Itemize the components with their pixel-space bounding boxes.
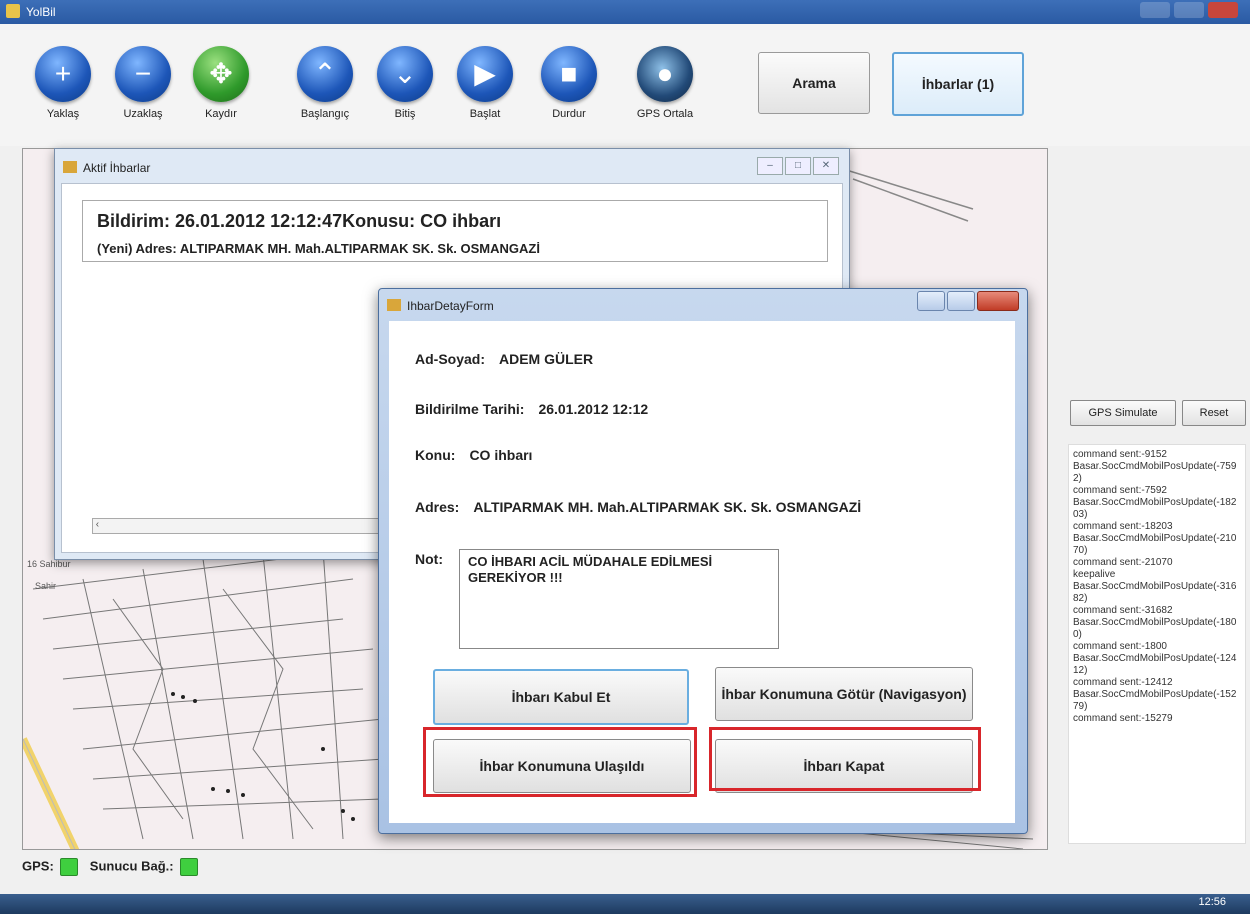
minimize-icon[interactable] [1140,2,1170,18]
name-value: ADEM GÜLER [499,351,594,367]
reports-list[interactable]: Bildirim: 26.01.2012 12:12:47Konusu: CO … [82,200,828,262]
date-field: Bildirilme Tarihi: 26.01.2012 12:12 [415,401,648,417]
maximize-icon[interactable] [1174,2,1204,18]
log-line: Basar.SocCmdMobilPosUpdate(-18203) [1073,497,1237,520]
log-line: Basar.SocCmdMobilPosUpdate(-21070) [1073,533,1237,556]
status-bar: GPS: Sunucu Bağ.: [22,858,210,876]
move-icon: ✥ [193,46,249,102]
window-icon [63,161,77,173]
maximize-icon[interactable] [947,291,975,311]
close-icon[interactable] [977,291,1019,311]
accept-report-button[interactable]: İhbarı Kabul Et [433,669,689,725]
zoom-in-label: Yaklaş [46,108,80,120]
horizontal-scrollbar[interactable]: ‹ [92,518,394,534]
window-controls [1136,2,1246,22]
plus-icon: + [35,46,91,102]
date-value: 26.01.2012 12:12 [538,401,649,417]
command-log: command sent:-9152 Basar.SocCmdMobilPosU… [1068,444,1246,844]
report-item-address[interactable]: (Yeni) Adres: ALTIPARMAK MH. Mah.ALTIPAR… [97,241,540,256]
stop-label: Durdur [552,108,586,120]
end-point-button[interactable]: ⌄ Bitiş [370,46,440,120]
zoom-in-button[interactable]: + Yaklaş [28,46,98,120]
play-icon: ▶ [457,46,513,102]
close-icon[interactable]: ✕ [813,157,839,175]
report-detail-title: IhbarDetayForm [407,299,494,313]
zoom-out-label: Uzaklaş [123,108,163,120]
subject-field: Konu: CO ihbarı [415,447,532,463]
map-toolbar: + Yaklaş − Uzaklaş ✥ Kaydır ⌃ Başlangıç … [0,24,1250,146]
map-label-street: 16 Sahibur [27,559,71,569]
os-taskbar: 12:56 [0,894,1250,914]
log-line: command sent:-9152 [1073,449,1167,460]
active-reports-title: Aktif İhbarlar [83,161,151,175]
log-line: keepalive [1073,569,1116,580]
double-down-icon: ⌄ [377,46,433,102]
report-detail-body: Ad-Soyad: ADEM GÜLER Bildirilme Tarihi: 26… [389,321,1015,823]
start-button[interactable]: ▶ Başlat [450,46,520,120]
search-button[interactable]: Arama [758,52,870,114]
start-label: Başlat [469,108,501,120]
minimize-icon[interactable] [917,291,945,311]
highlight-arrived [423,727,697,797]
log-line: Basar.SocCmdMobilPosUpdate(-1800) [1073,617,1237,640]
server-status-led [179,858,198,876]
minimize-icon[interactable]: – [757,157,783,175]
report-detail-window: IhbarDetayForm Ad-Soyad: ADEM GÜLER Bildi… [378,288,1028,834]
log-line: command sent:-15279 [1073,713,1173,724]
taskbar-clock: 12:56 [1198,896,1226,908]
reports-button[interactable]: İhbarlar (1) [892,52,1024,116]
address-field: Adres: ALTIPARMAK MH. Mah.ALTIPARMAK SK. … [415,499,861,515]
note-label: Not: [415,551,443,567]
map-label-sahir: Sahir [35,581,56,591]
window-controls [915,291,1019,316]
address-value: ALTIPARMAK MH. Mah.ALTIPARMAK SK. Sk. OS… [473,499,862,515]
log-line: command sent:-7592 [1073,485,1167,496]
highlight-close [709,727,981,791]
close-icon[interactable] [1208,2,1238,18]
stop-button[interactable]: ■ Durdur [534,46,604,120]
log-line: command sent:-12412 [1073,677,1173,688]
gps-simulate-button[interactable]: GPS Simulate [1070,400,1176,426]
date-label: Bildirilme Tarihi: [415,401,525,417]
log-line: Basar.SocCmdMobilPosUpdate(-31682) [1073,581,1237,604]
stop-icon: ■ [541,46,597,102]
report-item-header[interactable]: Bildirim: 26.01.2012 12:12:47Konusu: CO … [97,211,501,232]
start-point-button[interactable]: ⌃ Başlangıç [290,46,360,120]
log-line: Basar.SocCmdMobilPosUpdate(-15279) [1073,689,1237,712]
zoom-out-button[interactable]: − Uzaklaş [108,46,178,120]
app-titlebar: YolBil [0,0,1250,24]
window-controls: – □ ✕ [755,155,839,175]
subject-label: Konu: [415,447,456,463]
server-status-label: Sunucu Bağ.: [89,858,174,874]
log-line: command sent:-1800 [1073,641,1167,652]
reset-button[interactable]: Reset [1182,400,1246,426]
log-line: command sent:-21070 [1073,557,1173,568]
globe-icon: ● [637,46,693,102]
gps-center-label: GPS Ortala [636,108,694,120]
start-point-label: Başlangıç [300,108,350,120]
address-label: Adres: [415,499,460,515]
window-icon [387,299,401,311]
pan-label: Kaydır [205,108,237,120]
log-line: Basar.SocCmdMobilPosUpdate(-7592) [1073,461,1237,484]
minus-icon: − [115,46,171,102]
log-line: Basar.SocCmdMobilPosUpdate(-12412) [1073,653,1237,676]
gps-center-button[interactable]: ● GPS Ortala [630,46,700,120]
pan-button[interactable]: ✥ Kaydır [186,46,256,120]
app-icon [6,4,20,18]
navigate-to-report-button[interactable]: İhbar Konumuna Götür (Navigasyon) [715,667,973,721]
maximize-icon[interactable]: □ [785,157,811,175]
log-line: command sent:-18203 [1073,521,1173,532]
note-textbox[interactable]: CO İHBARI ACİL MÜDAHALE EDİLMESİ GEREKİY… [459,549,779,649]
log-line: command sent:-31682 [1073,605,1173,616]
gps-status-led [59,858,78,876]
name-field: Ad-Soyad: ADEM GÜLER [415,351,593,367]
debug-panel: GPS Simulate Reset command sent:-9152 Ba… [1062,148,1250,848]
gps-status-label: GPS: [22,858,54,874]
end-point-label: Bitiş [394,108,416,120]
app-title: YolBil [26,5,56,19]
subject-value: CO ihbarı [469,447,533,463]
double-up-icon: ⌃ [297,46,353,102]
name-label: Ad-Soyad: [415,351,485,367]
